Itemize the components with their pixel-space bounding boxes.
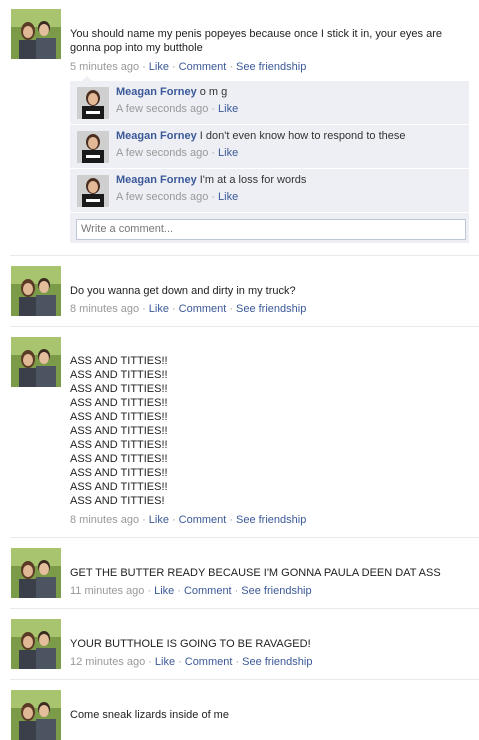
commenter-avatar[interactable] — [77, 131, 109, 163]
profile-photo-icon — [11, 619, 61, 669]
profile-photo-icon — [11, 690, 61, 740]
see-friendship-link[interactable]: See friendship — [242, 656, 312, 668]
story-divider — [10, 608, 479, 609]
post-text: GET THE BUTTER READY BECAUSE I'M GONNA P… — [70, 567, 441, 579]
post-line: ASS AND TITTIES!! — [70, 369, 168, 381]
commenter-name[interactable]: Meagan Forney — [116, 86, 197, 98]
post-text: ASS AND TITTIES!! ASS AND TITTIES!! ASS … — [70, 354, 471, 508]
comment-text: I'm at a loss for words — [199, 174, 307, 186]
profile-photo-icon — [77, 87, 109, 119]
see-friendship-link[interactable]: See friendship — [236, 303, 306, 315]
timestamp: 8 minutes ago — [70, 303, 140, 315]
story-divider — [10, 679, 479, 680]
comment-timestamp: A few seconds ago — [116, 191, 209, 203]
avatar[interactable] — [11, 690, 61, 740]
comment-timestamp: A few seconds ago — [116, 147, 209, 159]
comment: Meagan Forney I'm at a loss for words A … — [70, 169, 469, 212]
timestamp: 12 minutes ago — [70, 656, 146, 668]
commenter-name[interactable]: Meagan Forney — [116, 130, 197, 142]
post-line: ASS AND TITTIES!! — [70, 439, 168, 451]
avatar[interactable] — [11, 337, 61, 387]
post-line: ASS AND TITTIES!! — [70, 383, 168, 395]
post-line: ASS AND TITTIES!! — [70, 467, 168, 479]
story-divider — [10, 537, 479, 538]
commenter-avatar[interactable] — [77, 175, 109, 207]
post-line: ASS AND TITTIES!! — [70, 397, 168, 409]
profile-photo-icon — [77, 131, 109, 163]
post-meta: 11 minutes ago · Like · Comment · See friendsh… — [70, 585, 312, 597]
comment: Meagan Forney I don't even know how to r… — [70, 125, 469, 168]
avatar[interactable] — [11, 266, 61, 316]
comment-input[interactable]: Write a comment... — [76, 219, 466, 240]
post-meta: 5 minutes ago · Like · Comment · See friendshi… — [70, 61, 307, 73]
like-link[interactable]: Like — [154, 585, 174, 597]
comment-timestamp: A few seconds ago — [116, 103, 209, 115]
timestamp: 5 minutes ago — [70, 61, 140, 73]
comment-like-link[interactable]: Like — [218, 103, 238, 115]
avatar[interactable] — [11, 9, 61, 59]
avatar[interactable] — [11, 619, 61, 669]
timestamp: 8 minutes ago — [70, 514, 140, 526]
comment-link[interactable]: Comment — [179, 303, 227, 315]
story-divider — [10, 326, 479, 327]
comment-link[interactable]: Comment — [179, 61, 227, 73]
post-meta: 8 minutes ago · Like · Comment · See friendshi… — [70, 303, 307, 315]
post-text: YOUR BUTTHOLE IS GOING TO BE RAVAGED! — [70, 638, 311, 650]
avatar[interactable] — [11, 548, 61, 598]
post-line: ASS AND TITTIES!! — [70, 425, 168, 437]
like-link[interactable]: Like — [149, 303, 169, 315]
see-friendship-link[interactable]: See friendship — [236, 514, 306, 526]
commenter-name[interactable]: Meagan Forney — [116, 174, 197, 186]
post-text: Do you wanna get down and dirty in my tr… — [70, 285, 296, 297]
comment-text: o m g — [199, 86, 228, 98]
comment-like-link[interactable]: Like — [218, 147, 238, 159]
post-line: ASS AND TITTIES!! — [70, 453, 168, 465]
timestamp: 11 minutes ago — [70, 585, 145, 597]
see-friendship-link[interactable]: See friendship — [236, 61, 306, 73]
story-divider — [10, 255, 479, 256]
profile-photo-icon — [77, 175, 109, 207]
post-text: Come sneak lizards inside of me — [70, 709, 229, 721]
comment-text: I don't even know how to respond to thes… — [199, 130, 406, 142]
profile-photo-icon — [11, 548, 61, 598]
post-line: ASS AND TITTIES!! — [70, 481, 168, 493]
comment-link[interactable]: Comment — [179, 514, 227, 526]
see-friendship-link[interactable]: See friendship — [241, 585, 311, 597]
like-link[interactable]: Like — [149, 514, 169, 526]
post-line: ASS AND TITTIES!! — [70, 411, 168, 423]
post-meta: 12 minutes ago · Like · Comment · See friendsh… — [70, 656, 313, 668]
commenter-avatar[interactable] — [77, 87, 109, 119]
like-link[interactable]: Like — [149, 61, 169, 73]
comment-link[interactable]: Comment — [184, 585, 232, 597]
profile-photo-icon — [11, 266, 61, 316]
comment-box: Write a comment... — [70, 213, 469, 243]
comment-link[interactable]: Comment — [185, 656, 233, 668]
post-meta: 8 minutes ago · Like · Comment · See friendshi… — [70, 514, 307, 526]
comment: Meagan Forney o m g A few seconds ago · Li… — [70, 81, 469, 124]
like-link[interactable]: Like — [155, 656, 175, 668]
profile-photo-icon — [11, 337, 61, 387]
post-line: ASS AND TITTIES! — [70, 495, 165, 507]
profile-photo-icon — [11, 9, 61, 59]
post-line: ASS AND TITTIES!! — [70, 355, 168, 367]
post-text: You should name my penis popeyes because… — [70, 28, 442, 54]
comment-like-link[interactable]: Like — [218, 191, 238, 203]
